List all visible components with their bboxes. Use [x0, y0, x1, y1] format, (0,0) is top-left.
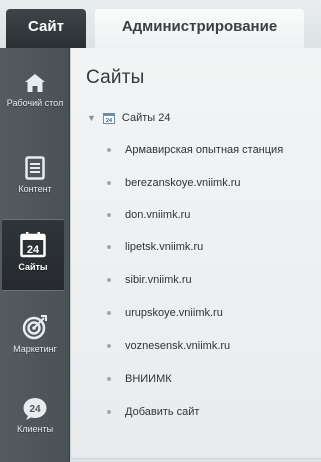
tree-root[interactable]: ▼ 24 Сайты 24 [87, 110, 171, 126]
svg-text:24: 24 [27, 244, 40, 256]
bullet-icon [107, 245, 111, 249]
bullet-icon [107, 213, 111, 217]
site-item-label: don.vniimk.ru [125, 209, 191, 221]
sidebar-item-marketing[interactable]: Маркетинг [0, 302, 70, 374]
target-icon [22, 314, 48, 340]
tab-site[interactable]: Сайт [6, 9, 86, 48]
page-title: Сайты [86, 67, 145, 88]
home-icon [23, 68, 47, 94]
expand-arrow-icon[interactable]: ▼ [87, 113, 96, 123]
site-item-label: Армавирская опытная станция [125, 144, 284, 156]
site-item[interactable]: sibir.vniimk.ru [107, 273, 192, 287]
top-tab-bar: Сайт Администрирование [0, 0, 321, 48]
sidebar-nav: Рабочий стол Контент 24 Сайты Маркетинг … [0, 48, 70, 462]
sidebar-item-desktop[interactable]: Рабочий стол [0, 56, 70, 128]
site-item[interactable]: voznesensk.vniimk.ru [107, 339, 230, 353]
sidebar-item-label: Маркетинг [13, 344, 57, 354]
site-item-label: lipetsk.vniimk.ru [125, 241, 204, 253]
document-icon [25, 154, 45, 180]
calendar-24-icon: 24 [102, 112, 115, 124]
bullet-icon [107, 344, 111, 348]
site-item-label: ВНИИМК [125, 373, 172, 385]
site-item-label: urupskoye.vniimk.ru [125, 307, 223, 319]
svg-text:24: 24 [29, 404, 41, 415]
sidebar-item-content[interactable]: Контент [0, 142, 70, 214]
site-item[interactable]: lipetsk.vniimk.ru [107, 240, 203, 254]
tab-administration[interactable]: Администрирование [95, 9, 304, 48]
tree-root-label: Сайты 24 [121, 112, 171, 124]
sidebar-item-label: Контент [18, 184, 52, 194]
clients-24-icon: 24 [22, 394, 48, 420]
site-item-label: berezanskoye.vniimk.ru [125, 177, 241, 189]
site-item[interactable]: don.vniimk.ru [107, 208, 190, 222]
site-item[interactable]: berezanskoye.vniimk.ru [107, 176, 241, 190]
main-panel: Сайты ▼ 24 Сайты 24 Армавирская опытная … [70, 48, 321, 462]
svg-text:24: 24 [106, 118, 113, 124]
sidebar-item-label: Рабочий стол [6, 98, 64, 108]
add-site-label: Добавить сайт [125, 406, 200, 418]
add-site-link[interactable]: Добавить сайт [107, 405, 199, 419]
site-item[interactable]: Армавирская опытная станция [107, 143, 283, 157]
bullet-icon [107, 410, 111, 414]
bullet-icon [107, 278, 111, 282]
bullet-icon [107, 181, 111, 185]
bottom-divider [70, 458, 321, 462]
site-item-label: voznesensk.vniimk.ru [125, 340, 231, 352]
bullet-icon [107, 148, 111, 152]
sidebar-item-clients[interactable]: 24 Клиенты [0, 382, 70, 454]
site-item-label: sibir.vniimk.ru [125, 274, 192, 286]
bullet-icon [107, 311, 111, 315]
sidebar-item-label: Сайты [18, 262, 48, 272]
bullet-icon [107, 377, 111, 381]
site-item[interactable]: urupskoye.vniimk.ru [107, 306, 223, 320]
sidebar-item-label: Клиенты [16, 424, 54, 434]
site-item[interactable]: ВНИИМК [107, 372, 172, 386]
sidebar-item-sites[interactable]: 24 Сайты [2, 219, 64, 291]
calendar-24-icon: 24 [20, 232, 46, 258]
